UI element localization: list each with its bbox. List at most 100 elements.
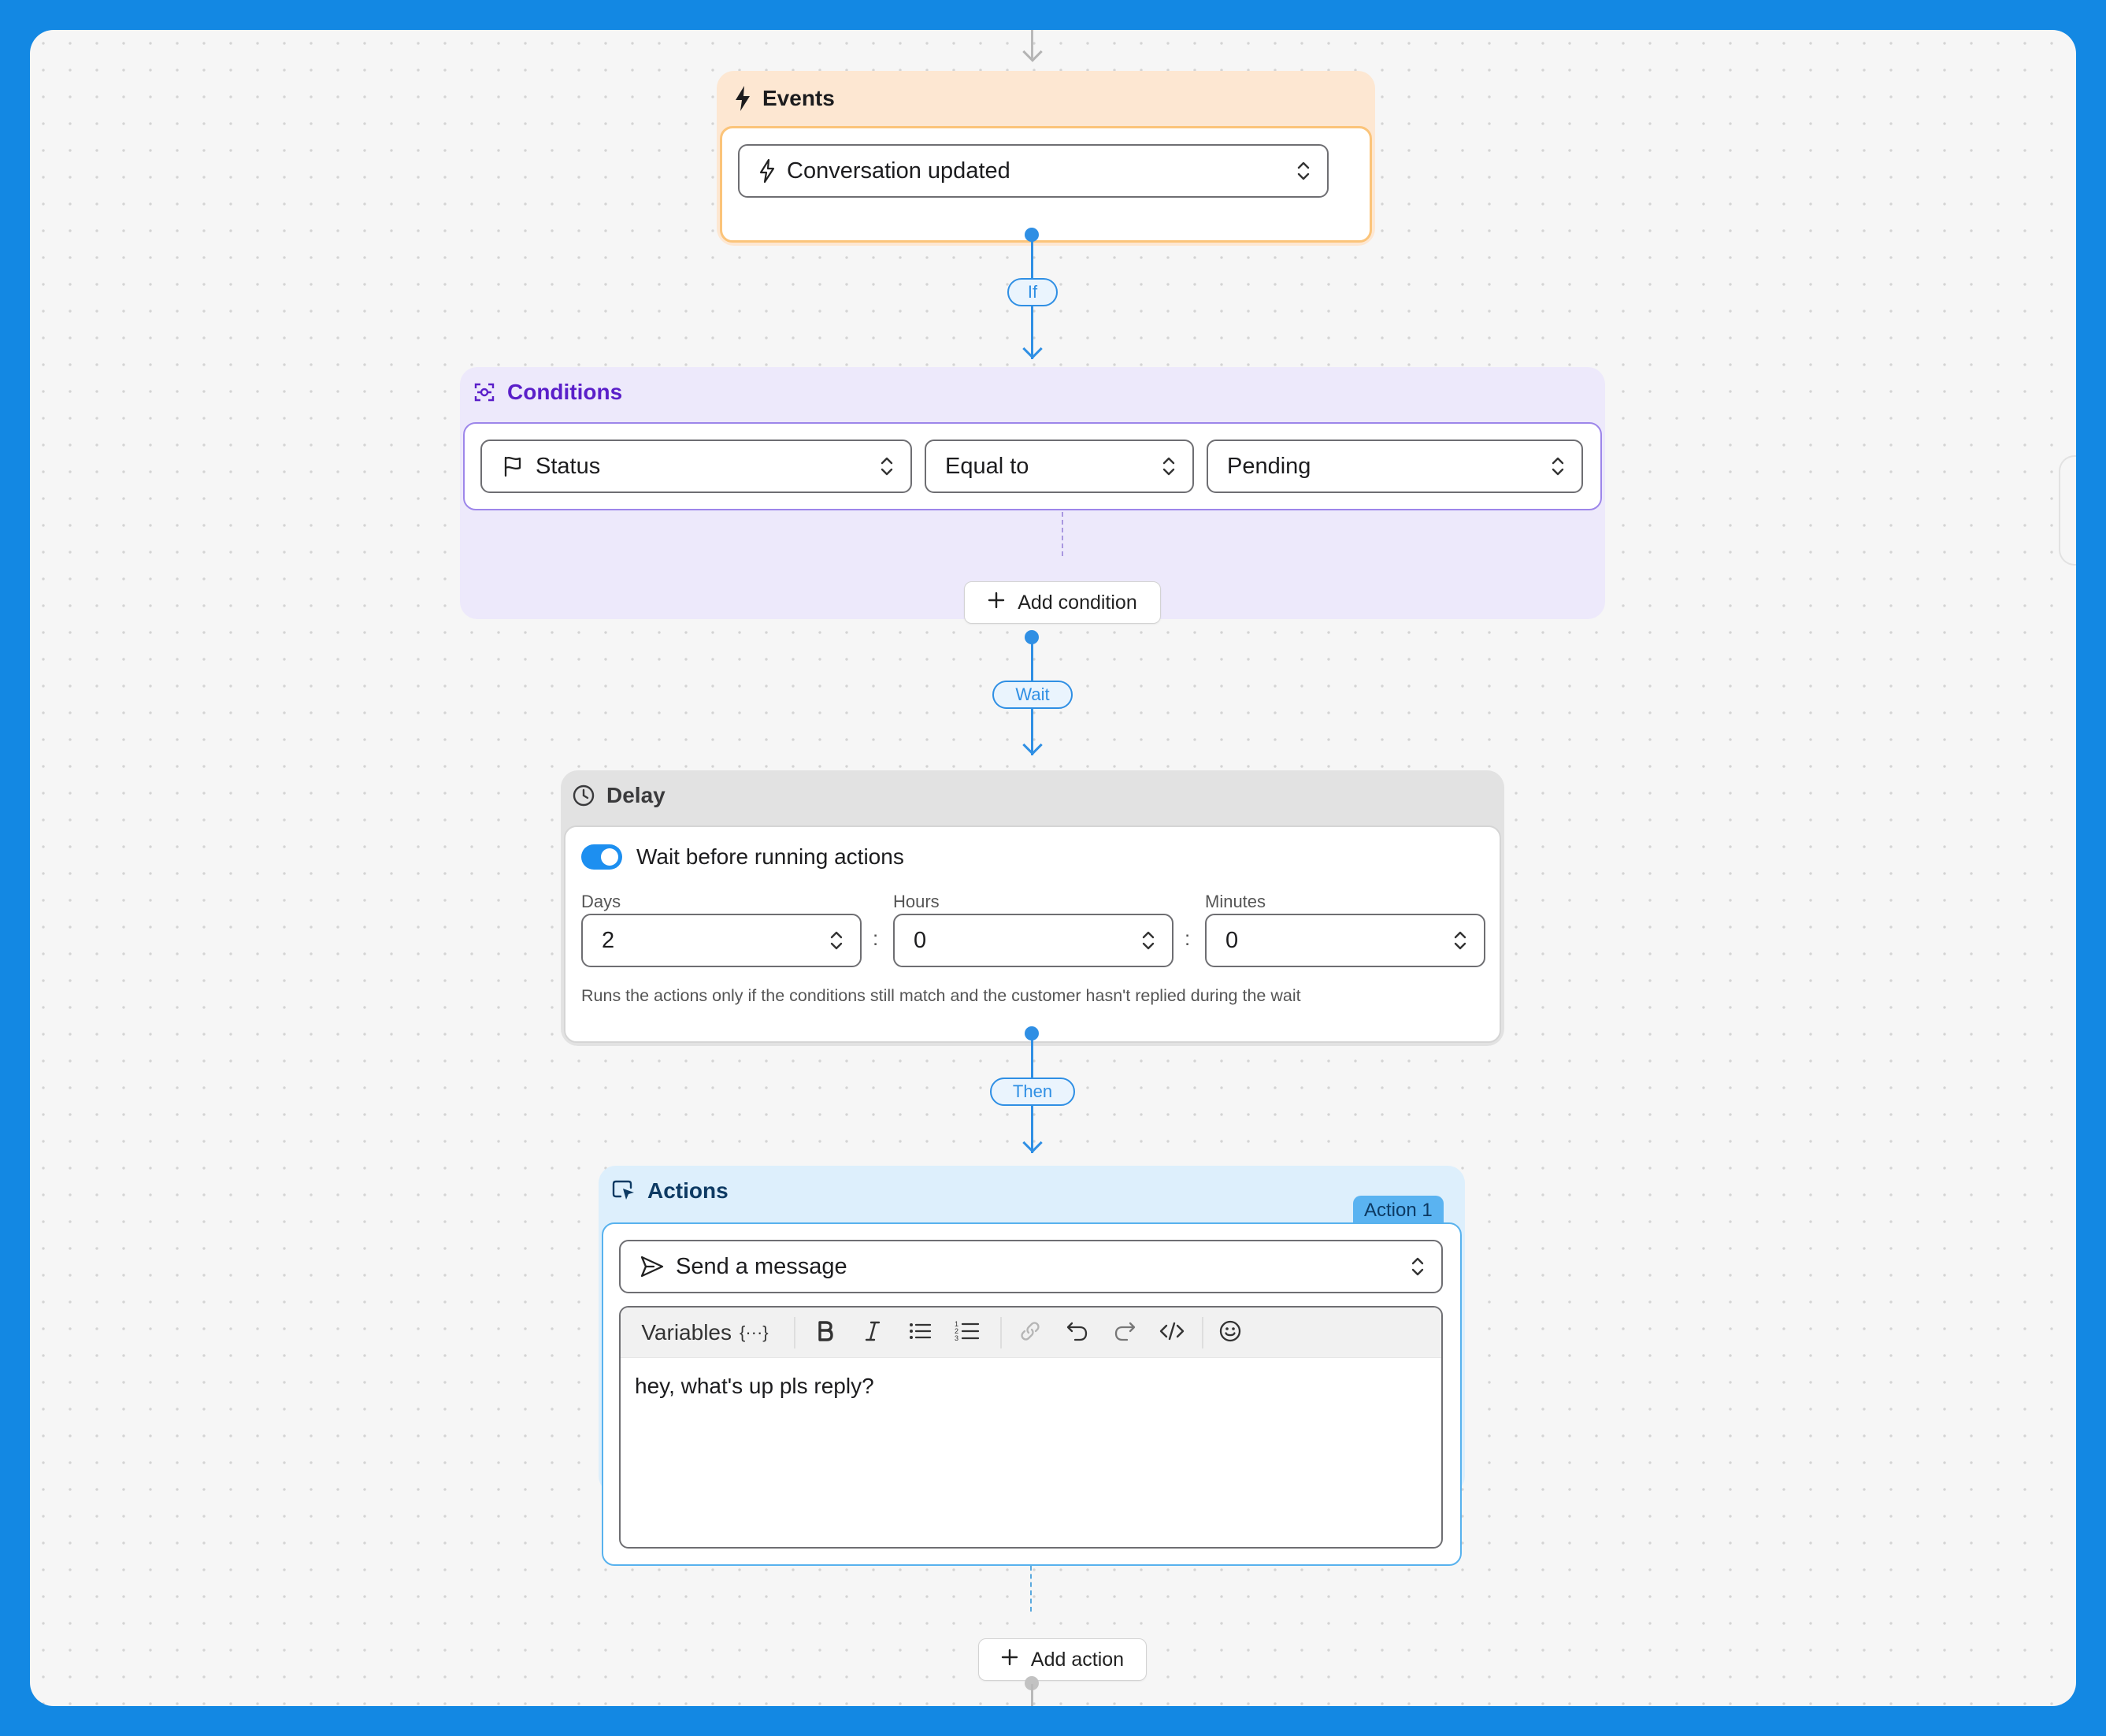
chevron-up-down-icon xyxy=(829,929,844,952)
action-number-badge: Action 1 xyxy=(1353,1196,1444,1224)
condition-operator-value: Equal to xyxy=(945,453,1029,479)
days-stepper[interactable]: 2 xyxy=(581,914,862,967)
bullet-list-button[interactable] xyxy=(898,1308,942,1358)
numbered-list-button[interactable]: 123 xyxy=(945,1308,989,1358)
condition-field-value: Status xyxy=(536,453,601,479)
braces-icon: {···} xyxy=(739,1322,769,1342)
then-arrow xyxy=(1022,1133,1043,1153)
svg-text:3: 3 xyxy=(955,1334,958,1342)
delay-header: Delay xyxy=(572,783,666,808)
add-condition-button[interactable]: Add condition xyxy=(964,581,1161,624)
action-type-select[interactable]: Send a message xyxy=(619,1240,1443,1293)
variables-button[interactable]: Variables {···} xyxy=(632,1308,778,1358)
side-panel-handle[interactable] xyxy=(2059,455,2076,566)
add-condition-label: Add condition xyxy=(1018,591,1137,614)
send-icon xyxy=(640,1255,665,1278)
if-label-pill: If xyxy=(1007,278,1058,306)
variables-label: Variables xyxy=(641,1320,732,1345)
event-select[interactable]: Conversation updated xyxy=(738,144,1329,198)
condition-row-card: Status Equal to Pending xyxy=(463,422,1602,510)
hours-stepper[interactable]: 0 xyxy=(893,914,1174,967)
events-card: Conversation updated xyxy=(720,126,1372,243)
clock-icon xyxy=(572,784,595,807)
redo-button[interactable] xyxy=(1103,1308,1147,1358)
actions-title: Actions xyxy=(647,1178,729,1203)
conditions-header: Conditions xyxy=(473,380,622,405)
days-hours-separator: : xyxy=(873,926,879,950)
editor-toolbar: Variables {···} 123 xyxy=(621,1308,1441,1358)
bullet-list-icon xyxy=(908,1319,932,1347)
actions-header: Actions xyxy=(611,1178,729,1204)
chevron-up-down-icon xyxy=(1140,929,1156,952)
events-header: Events xyxy=(734,85,835,112)
conditions-title: Conditions xyxy=(507,380,623,404)
conditions-icon xyxy=(473,380,496,404)
lightning-outline-icon xyxy=(758,158,776,184)
chevron-up-down-icon xyxy=(879,454,895,478)
then-label-pill: Then xyxy=(990,1078,1075,1106)
delay-panel: Delay Wait before running actions Days H… xyxy=(561,770,1504,1046)
delay-card: Wait before running actions Days Hours M… xyxy=(564,825,1501,1043)
plus-icon xyxy=(988,592,1005,614)
add-action-dashed-line xyxy=(1030,1566,1032,1612)
link-icon xyxy=(1018,1319,1042,1347)
incoming-arrow xyxy=(1022,42,1043,62)
outgoing-connector-line xyxy=(1031,1684,1033,1706)
message-text-area[interactable]: hey, what's up pls reply? xyxy=(635,1374,874,1399)
wait-label-pill: Wait xyxy=(992,681,1073,709)
actions-panel: Actions Action 1 Send a message Variable… xyxy=(599,1166,1465,1681)
chevron-up-down-icon xyxy=(1296,159,1311,183)
toolbar-divider xyxy=(794,1317,795,1348)
delay-help-text: Runs the actions only if the conditions … xyxy=(581,986,1301,1005)
condition-value-value: Pending xyxy=(1227,453,1311,479)
add-action-label: Add action xyxy=(1030,1648,1125,1671)
add-action-button[interactable]: Add action xyxy=(978,1638,1147,1681)
condition-operator-select[interactable]: Equal to xyxy=(925,440,1194,493)
condition-field-select[interactable]: Status xyxy=(480,440,912,493)
wait-toggle-label: Wait before running actions xyxy=(636,844,904,869)
condition-value-select[interactable]: Pending xyxy=(1207,440,1583,493)
action-card: Send a message Variables {···} 1 2 3 hey… xyxy=(602,1222,1462,1566)
code-button[interactable] xyxy=(1150,1308,1194,1358)
undo-icon xyxy=(1066,1319,1089,1347)
toolbar-divider xyxy=(1202,1317,1203,1348)
minutes-label: Minutes xyxy=(1205,892,1266,911)
redo-icon xyxy=(1113,1319,1136,1347)
events-panel: Events Conversation updated xyxy=(717,71,1375,246)
if-arrow xyxy=(1022,339,1043,359)
flag-icon xyxy=(501,454,525,478)
numbered-list-icon: 123 xyxy=(955,1319,980,1348)
chevron-up-down-icon xyxy=(1161,454,1177,478)
bold-icon xyxy=(816,1319,835,1347)
chevron-up-down-icon xyxy=(1452,929,1468,952)
plus-icon xyxy=(1001,1649,1018,1671)
workflow-canvas[interactable]: Events Conversation updated If Condition… xyxy=(30,30,2076,1706)
minutes-stepper[interactable]: 0 xyxy=(1205,914,1485,967)
days-label: Days xyxy=(581,892,621,911)
minutes-value: 0 xyxy=(1225,927,1239,953)
event-select-value: Conversation updated xyxy=(787,158,1010,184)
wait-toggle[interactable] xyxy=(581,844,622,870)
hours-minutes-separator: : xyxy=(1185,926,1191,950)
emoji-button[interactable] xyxy=(1208,1308,1252,1358)
cursor-click-icon xyxy=(611,1179,636,1203)
smiley-icon xyxy=(1218,1319,1242,1347)
italic-icon xyxy=(863,1319,882,1347)
toolbar-divider xyxy=(1000,1317,1002,1348)
events-title: Events xyxy=(762,86,835,110)
wait-arrow xyxy=(1022,735,1043,755)
message-editor: Variables {···} 123 hey, what's up pls r… xyxy=(619,1306,1443,1549)
link-button[interactable] xyxy=(1008,1308,1052,1358)
hours-label: Hours xyxy=(893,892,940,911)
bold-button[interactable] xyxy=(803,1308,847,1358)
italic-button[interactable] xyxy=(851,1308,895,1358)
hours-value: 0 xyxy=(914,927,927,953)
lightning-bolt-icon xyxy=(734,85,751,112)
conditions-panel: Conditions Status Equal to Pending Add c… xyxy=(460,367,1605,624)
add-condition-dashed-line xyxy=(1062,512,1063,556)
action-type-value: Send a message xyxy=(676,1253,847,1279)
days-value: 2 xyxy=(602,927,615,953)
chevron-up-down-icon xyxy=(1550,454,1566,478)
delay-title: Delay xyxy=(606,783,666,807)
undo-button[interactable] xyxy=(1055,1308,1099,1358)
